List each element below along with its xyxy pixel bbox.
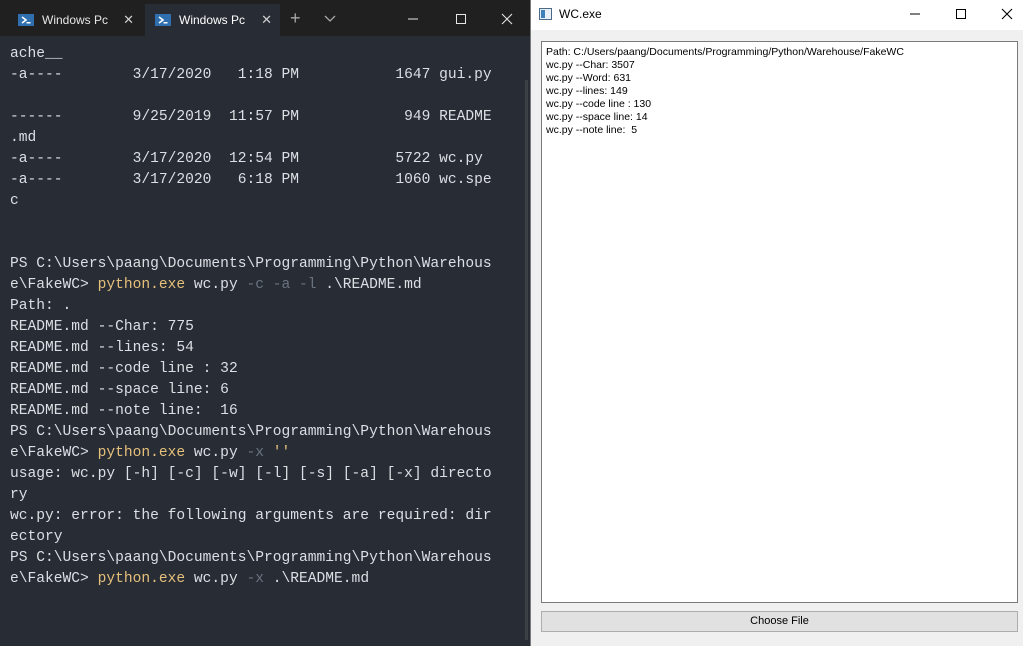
terminal-text: ectory bbox=[10, 529, 63, 545]
app-icon bbox=[539, 8, 552, 20]
minimize-icon[interactable] bbox=[402, 8, 424, 30]
output-line: Path: C:/Users/paang/Documents/Programmi… bbox=[546, 46, 904, 58]
terminal-text: python.exe bbox=[97, 445, 186, 461]
terminal-line: .md bbox=[10, 128, 510, 149]
choose-file-button[interactable]: Choose File bbox=[541, 611, 1018, 632]
terminal-text: e\FakeWC> bbox=[10, 445, 98, 461]
powershell-icon bbox=[18, 14, 34, 26]
output-line: wc.py --lines: 149 bbox=[546, 85, 628, 97]
new-tab-plus-icon[interactable]: + bbox=[290, 9, 301, 27]
tab-label: Windows Pc bbox=[179, 13, 245, 27]
terminal-text: wc.py bbox=[185, 277, 247, 293]
terminal-line: README.md --lines: 54 bbox=[10, 338, 510, 359]
terminal-text: python.exe bbox=[97, 277, 186, 293]
terminal-line: e\FakeWC> python.exe wc.py -x .\README.m… bbox=[10, 569, 510, 590]
terminal-line: -a---- 3/17/2020 1:18 PM 1647 gui.py bbox=[10, 65, 510, 86]
close-window-icon[interactable] bbox=[996, 3, 1018, 25]
wc-title-bar[interactable]: WC.exe bbox=[531, 0, 1023, 30]
terminal-text: c bbox=[10, 193, 19, 209]
terminal-line: README.md --space line: 6 bbox=[10, 380, 510, 401]
output-line: wc.py --note line: 5 bbox=[546, 124, 638, 136]
terminal-text: e\FakeWC> bbox=[10, 571, 98, 587]
terminal-tab-1[interactable]: Windows Pc ✕ bbox=[8, 4, 142, 36]
chevron-down-icon[interactable] bbox=[323, 11, 337, 25]
terminal-text: -c -a -l bbox=[246, 277, 317, 293]
terminal-line: ry bbox=[10, 485, 510, 506]
terminal-text: README.md --space line: 6 bbox=[10, 382, 229, 398]
terminal-text: wc.py bbox=[185, 571, 247, 587]
terminal-line: README.md --note line: 16 bbox=[10, 401, 510, 422]
tab-label: Windows Pc bbox=[42, 13, 108, 27]
terminal-line: Path: . bbox=[10, 296, 510, 317]
powershell-icon bbox=[155, 14, 171, 26]
terminal-text: Path: . bbox=[10, 298, 72, 314]
terminal-tab-bar: Windows Pc ✕ Windows Pc ✕ + bbox=[0, 0, 530, 36]
terminal-line: ------ 9/25/2019 11:57 PM 949 README bbox=[10, 107, 510, 128]
terminal-window: Windows Pc ✕ Windows Pc ✕ + ache__ -a----… bbox=[0, 0, 530, 646]
terminal-text: -a---- 3/17/2020 6:18 PM 1060 wc.spe bbox=[10, 172, 492, 188]
terminal-output[interactable]: ache__ -a---- 3/17/2020 1:18 PM 1647 gui.… bbox=[10, 44, 510, 590]
terminal-text: usage: wc.py [-h] [-c] [-w] [-l] [-s] [-… bbox=[10, 466, 492, 482]
terminal-text: wc.py: error: the following arguments ar… bbox=[10, 508, 492, 524]
terminal-text: ache__ bbox=[10, 46, 63, 62]
terminal-line: ectory bbox=[10, 527, 510, 548]
close-window-icon[interactable] bbox=[496, 8, 518, 30]
terminal-text: README.md --note line: 16 bbox=[10, 403, 238, 419]
close-icon[interactable]: ✕ bbox=[261, 12, 272, 28]
output-text-area[interactable]: Path: C:/Users/paang/Documents/Programmi… bbox=[541, 41, 1018, 603]
terminal-text: -x bbox=[246, 571, 264, 587]
terminal-line: -a---- 3/17/2020 6:18 PM 1060 wc.spe bbox=[10, 170, 510, 191]
terminal-line: e\FakeWC> python.exe wc.py -x '' bbox=[10, 443, 510, 464]
output-line: wc.py --space line: 14 bbox=[546, 111, 648, 123]
terminal-line: PS C:\Users\paang\Documents\Programming\… bbox=[10, 422, 510, 443]
terminal-line: ache__ bbox=[10, 44, 510, 65]
terminal-line: usage: wc.py [-h] [-c] [-w] [-l] [-s] [-… bbox=[10, 464, 510, 485]
terminal-line: README.md --Char: 775 bbox=[10, 317, 510, 338]
terminal-text: -a---- 3/17/2020 1:18 PM 1647 gui.py bbox=[10, 67, 492, 83]
maximize-icon[interactable] bbox=[450, 8, 472, 30]
window-title: WC.exe bbox=[559, 7, 602, 21]
terminal-scrollbar[interactable] bbox=[525, 80, 528, 640]
terminal-text: PS C:\Users\paang\Documents\Programming\… bbox=[10, 424, 492, 440]
terminal-text: .\README.md bbox=[316, 277, 422, 293]
terminal-text: -a---- 3/17/2020 12:54 PM 5722 wc.py bbox=[10, 151, 483, 167]
terminal-text: .\README.md bbox=[263, 571, 370, 587]
terminal-line: PS C:\Users\paang\Documents\Programming\… bbox=[10, 254, 510, 275]
close-icon[interactable]: ✕ bbox=[123, 12, 134, 28]
terminal-text: -x bbox=[246, 445, 264, 461]
terminal-text: e\FakeWC> bbox=[10, 277, 98, 293]
minimize-icon[interactable] bbox=[904, 3, 926, 25]
terminal-line: PS C:\Users\paang\Documents\Programming\… bbox=[10, 548, 510, 569]
terminal-text: '' bbox=[272, 445, 291, 461]
output-line: wc.py --Char: 3507 bbox=[546, 59, 635, 71]
terminal-line: wc.py: error: the following arguments ar… bbox=[10, 506, 510, 527]
terminal-text: README.md --lines: 54 bbox=[10, 340, 194, 356]
terminal-text: README.md --code line : 32 bbox=[10, 361, 238, 377]
terminal-text: PS C:\Users\paang\Documents\Programming\… bbox=[10, 256, 492, 272]
terminal-line: c bbox=[10, 191, 510, 212]
terminal-line: -a---- 3/17/2020 12:54 PM 5722 wc.py bbox=[10, 149, 510, 170]
output-line: wc.py --code line : 130 bbox=[546, 98, 652, 110]
wc-window: WC.exe Path: C:/Users/paang/Documents/Pr… bbox=[530, 0, 1023, 646]
terminal-text: ry bbox=[10, 487, 28, 503]
maximize-icon[interactable] bbox=[950, 3, 972, 25]
terminal-text: .md bbox=[10, 130, 37, 146]
output-line: wc.py --Word: 631 bbox=[546, 72, 631, 84]
terminal-line: e\FakeWC> python.exe wc.py -c -a -l .\RE… bbox=[10, 275, 510, 296]
terminal-text: python.exe bbox=[97, 571, 186, 587]
terminal-text: README.md --Char: 775 bbox=[10, 319, 194, 335]
terminal-text: PS C:\Users\paang\Documents\Programming\… bbox=[10, 550, 492, 566]
terminal-line: README.md --code line : 32 bbox=[10, 359, 510, 380]
terminal-text: ------ 9/25/2019 11:57 PM 949 README bbox=[10, 109, 492, 125]
terminal-tab-2[interactable]: Windows Pc ✕ bbox=[145, 4, 280, 36]
terminal-text: wc.py bbox=[185, 445, 247, 461]
